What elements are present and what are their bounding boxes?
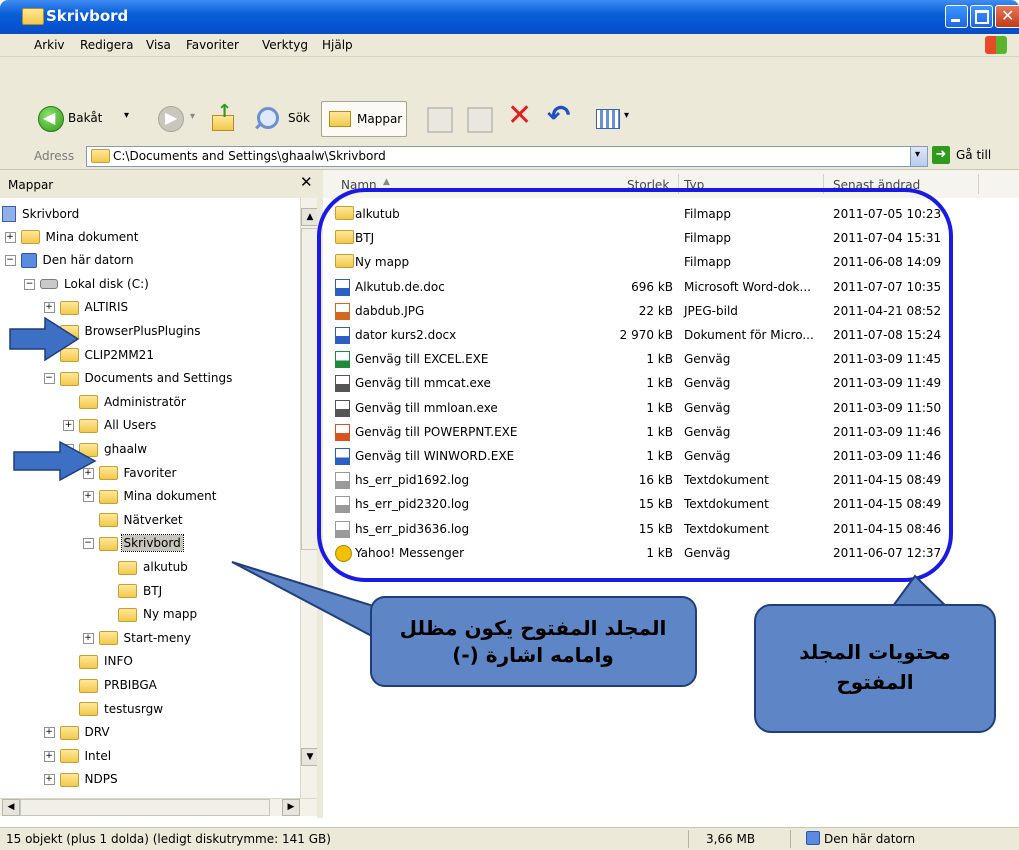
- highlight-ring: [317, 188, 953, 582]
- arrow-right-icon: [9, 316, 80, 362]
- callout-text-contents: محتويات المجلد المفتوح: [799, 640, 951, 694]
- callout-text-open-folder: المجلد المفتوح يكون مظلل وامامه اشارة (-…: [399, 616, 667, 667]
- annotation-layer: [9, 188, 996, 733]
- arrow-right-icon: [13, 440, 97, 482]
